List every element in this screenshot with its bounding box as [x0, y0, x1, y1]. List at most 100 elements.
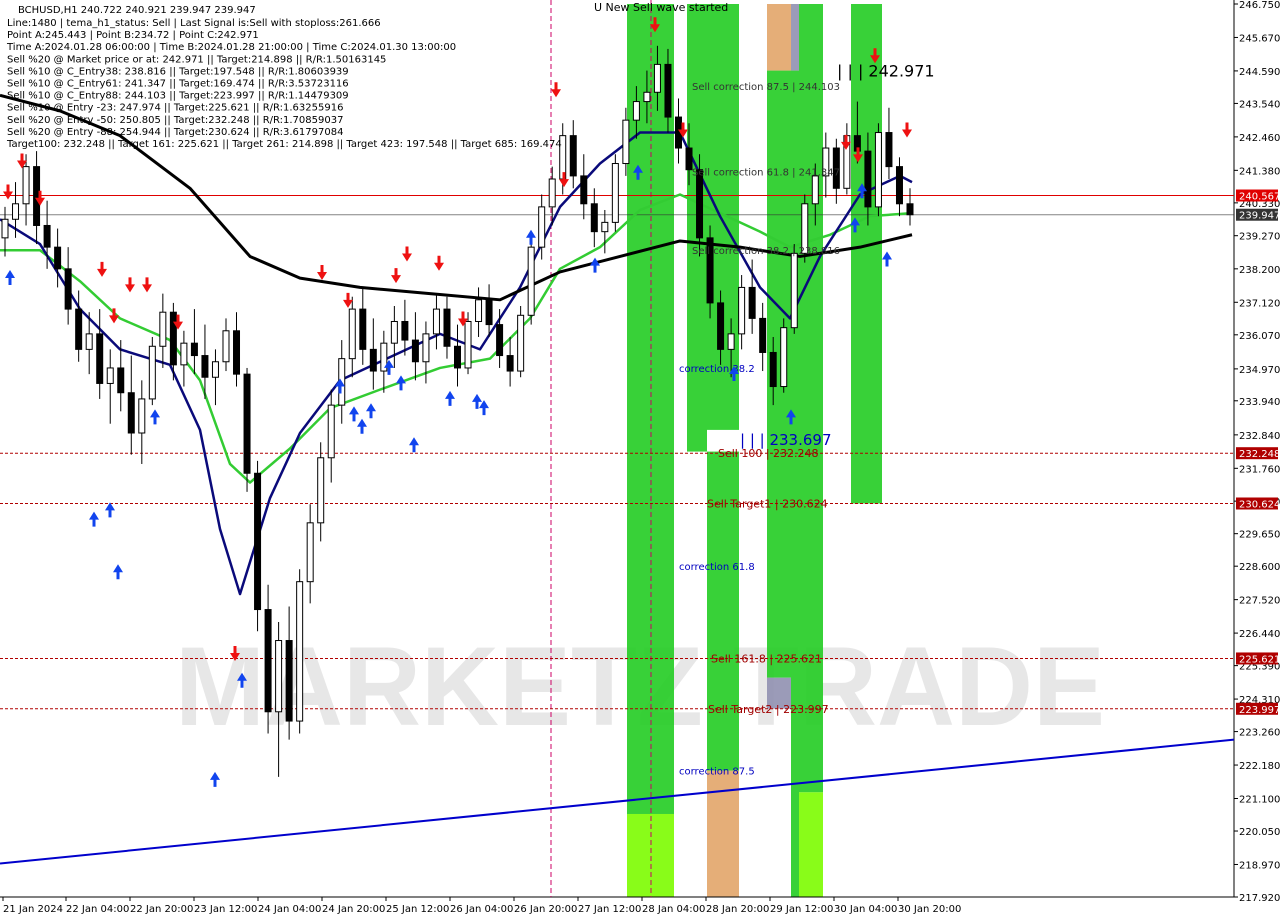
time-tick-label: 21 Jan 2024 — [3, 904, 63, 915]
candle-bull — [22, 166, 30, 205]
zone-band — [799, 4, 823, 793]
candle-bull — [317, 457, 325, 524]
candle-bull — [180, 342, 188, 366]
candle-bear — [748, 286, 756, 319]
candle-bear — [485, 299, 493, 326]
price-tick-label: 242.460 — [1239, 133, 1280, 144]
candle-bull — [790, 252, 798, 329]
zone-band — [791, 70, 799, 897]
price-tick-label: 238.200 — [1239, 265, 1280, 276]
zone-band — [791, 4, 799, 71]
candle-bear — [264, 609, 272, 713]
candle-bear — [443, 308, 451, 347]
candle-bull — [475, 299, 483, 322]
candle-bull — [527, 246, 535, 316]
time-tick-label: 24 Jan 04:00 — [258, 904, 321, 915]
price-tick-label: 229.650 — [1239, 530, 1280, 541]
price-tag-label: 225.621 — [1239, 654, 1280, 665]
price-axis: 246.750 245.670 244.590 243.540 242.460 241.3… — [1234, 0, 1280, 920]
candle-bull — [222, 330, 230, 363]
candle-bear — [117, 367, 125, 394]
time-tick-label: 30 Jan 20:00 — [898, 904, 961, 915]
time-tick-label: 23 Jan 12:00 — [194, 904, 257, 915]
candle-bear — [285, 640, 293, 722]
level-annotation: Sell Target2 | 223.997 — [708, 703, 829, 716]
wave-point-label: | | | 233.697 — [740, 431, 832, 449]
price-tag-label: 230.624 — [1239, 499, 1280, 510]
time-tick-label: 25 Jan 12:00 — [386, 904, 449, 915]
price-tick-label: 245.670 — [1239, 33, 1280, 44]
price-tick-label: 232.840 — [1239, 431, 1280, 442]
candle-bear — [369, 348, 377, 372]
candle-bull — [327, 404, 335, 459]
candle-bull — [548, 178, 556, 208]
price-tick-label: 222.180 — [1239, 761, 1280, 772]
candle-bear — [506, 355, 514, 372]
price-tick-label: 217.920 — [1239, 893, 1280, 904]
info-line: Sell %10 @ C_Entry88: 244.103 || Target:… — [7, 91, 349, 102]
info-line: Sell %20 @ Entry -88: 254.944 || Target:… — [7, 127, 343, 138]
candle-bear — [769, 351, 777, 388]
top-label: U New Sell wave started — [594, 1, 728, 14]
candle-bear — [96, 333, 104, 384]
candle-bear — [590, 203, 598, 233]
candle-bear — [75, 308, 83, 350]
price-tick-label: 243.540 — [1239, 99, 1280, 110]
candle-bull — [611, 163, 619, 223]
candle-bear — [54, 246, 62, 270]
price-tick-label: 226.440 — [1239, 629, 1280, 640]
info-line: Line:1480 | tema_h1_status: Sell | Last … — [7, 18, 381, 29]
candle-bear — [254, 472, 262, 611]
candle-bear — [64, 268, 72, 310]
zone-band — [799, 792, 823, 897]
level-annotation: Sell correction 61.8 | 241.347 — [692, 167, 840, 178]
candle-bear — [696, 169, 704, 239]
time-tick-label: 30 Jan 04:00 — [834, 904, 897, 915]
wave-point-label: | | | 242.971 — [837, 62, 935, 81]
time-tick-label: 26 Jan 04:00 — [450, 904, 513, 915]
candle-bull — [138, 398, 146, 434]
candle-bear — [580, 175, 588, 205]
time-tick-label: 29 Jan 12:00 — [770, 904, 833, 915]
price-tick-label: 246.750 — [1239, 0, 1280, 11]
candle-bear — [401, 320, 409, 341]
candle-bull — [422, 333, 430, 363]
candle-bear — [717, 302, 725, 350]
info-line: Sell %20 @ Market price or at: 242.971 |… — [7, 54, 386, 65]
level-annotation: Sell Target1 | 230.624 — [707, 497, 828, 510]
time-tick-label: 22 Jan 04:00 — [66, 904, 129, 915]
candle-bull — [464, 320, 472, 369]
time-tick-label: 22 Jan 20:00 — [130, 904, 193, 915]
candle-bull — [348, 308, 356, 360]
candle-bear — [127, 392, 135, 434]
symbol-line: BCHUSD,H1 240.722 240.921 239.947 239.94… — [18, 5, 256, 16]
level-annotation: Sell correction 87.5 | 244.103 — [692, 82, 840, 93]
price-tick-label: 227.520 — [1239, 596, 1280, 607]
price-tick-label: 234.970 — [1239, 365, 1280, 376]
candle-bear — [169, 311, 177, 366]
candle-bull — [780, 327, 788, 388]
candle-bull — [432, 308, 440, 335]
time-tick-label: 27 Jan 12:00 — [578, 904, 641, 915]
candle-bull — [653, 63, 661, 93]
level-annotation: correction 87.5 — [679, 767, 755, 778]
candle-bull — [12, 203, 20, 220]
price-tick-label: 233.940 — [1239, 397, 1280, 408]
candle-bull — [622, 119, 630, 165]
info-line: Target100: 232.248 || Target 161: 225.62… — [6, 139, 562, 150]
candle-bear — [906, 203, 914, 216]
price-chart[interactable]: MARKETZ TRADE Sell correction 87.5 | 244… — [0, 0, 1280, 920]
price-tag-label: 223.997 — [1239, 705, 1280, 716]
candle-bull — [811, 175, 819, 205]
level-annotation: correction 61.8 — [679, 562, 755, 573]
info-line: Sell %10 @ Entry -23: 247.974 || Target:… — [7, 103, 343, 114]
price-tick-label: 239.270 — [1239, 232, 1280, 243]
candle-bull — [211, 361, 219, 378]
candle-bear — [201, 355, 209, 378]
price-tick-label: 228.600 — [1239, 562, 1280, 573]
time-tick-label: 28 Jan 20:00 — [706, 904, 769, 915]
candle-bull — [643, 91, 651, 103]
candle-bull — [275, 640, 283, 713]
candle-bull — [1, 218, 9, 239]
candle-bull — [632, 101, 640, 121]
